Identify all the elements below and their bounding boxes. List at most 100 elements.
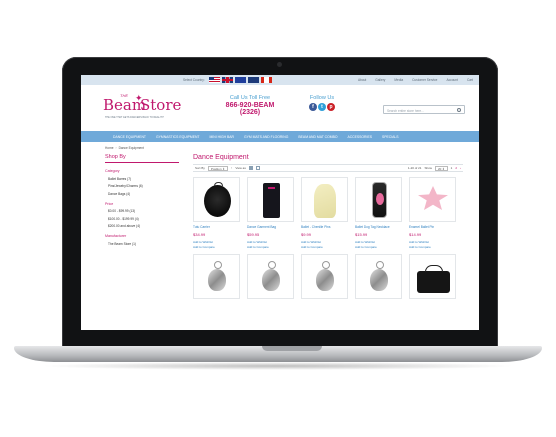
nav-gymnastics-equipment[interactable]: GYMNASTICS EQUIPMENT <box>156 135 200 139</box>
product-image[interactable] <box>247 177 294 222</box>
breadcrumb-separator: › <box>115 146 117 150</box>
add-to-wishlist-link[interactable]: Add to Wishlist <box>247 240 294 244</box>
search-placeholder: Search entire store here... <box>387 108 424 113</box>
page-1[interactable]: 1 <box>451 166 453 170</box>
product-row: Tutu Carrier $34.99 Add to Wishlist Add … <box>193 177 463 249</box>
top-link-gallery[interactable]: Gallery <box>375 78 385 82</box>
price-item[interactable]: $200.00 and above (4) <box>105 224 183 228</box>
chenille-pins-image <box>314 184 336 218</box>
product-listing: Dance Equipment Sort By Position ⇕ ↑ Vie… <box>193 154 463 299</box>
sort-by-select[interactable]: Position ⇕ <box>207 165 228 171</box>
product-card <box>247 254 294 299</box>
add-to-wishlist-link[interactable]: Add to Wishlist <box>193 240 240 244</box>
manufacturer-item[interactable]: The Beam Store (1) <box>105 242 183 246</box>
add-to-compare-link[interactable]: Add to Compare <box>409 245 456 249</box>
product-name[interactable]: Ballet - Chenille Pins <box>301 225 348 229</box>
australia-flag-icon[interactable] <box>247 77 259 83</box>
site-logo[interactable]: THE Beam ✦ Store THE ONE THAT GETS DANCE… <box>103 91 181 125</box>
top-link-about[interactable]: About <box>358 78 366 82</box>
sort-direction-icon[interactable]: ↑ <box>231 166 233 170</box>
grid-view-icon[interactable] <box>248 166 253 170</box>
page-2[interactable]: 2 <box>455 166 457 170</box>
twitter-icon[interactable]: t <box>318 103 326 111</box>
nav-beam-mat-combo[interactable]: BEAM AND MAT COMBO <box>298 135 337 139</box>
nav-mini-high-bar[interactable]: MINI HIGH BAR <box>210 135 235 139</box>
product-image[interactable] <box>301 177 348 222</box>
show-label: Show <box>424 166 432 170</box>
product-image[interactable] <box>355 177 402 222</box>
site-header: THE Beam ✦ Store THE ONE THAT GETS DANCE… <box>81 85 479 131</box>
uk-flag-icon[interactable] <box>221 77 233 83</box>
enamel-pin-image <box>418 186 448 210</box>
nav-accessories[interactable]: ACCESSORIES <box>347 135 372 139</box>
breadcrumb-home[interactable]: Home <box>105 146 114 150</box>
eu-flag-icon[interactable] <box>234 77 246 83</box>
toll-free: Call Us Toll Free 866-920-BEAM (2326) <box>215 95 285 116</box>
select-country-label: Select Country: <box>183 78 205 82</box>
search-input[interactable]: Search entire store here... <box>383 105 465 114</box>
product-card: Ballet - Chenille Pins $9.99 Add to Wish… <box>301 177 348 249</box>
show-select[interactable]: 20 ⇕ <box>434 165 448 171</box>
category-item[interactable]: Dance Bags (4) <box>105 192 183 196</box>
top-links: About Gallery Media Customer Service Acc… <box>358 78 473 82</box>
product-image[interactable] <box>193 177 240 222</box>
toll-free-label: Call Us Toll Free <box>229 95 271 101</box>
product-image[interactable] <box>247 254 294 299</box>
list-view-icon[interactable] <box>255 166 260 170</box>
sort-by-label: Sort By <box>195 166 205 170</box>
nav-dance-equipment[interactable]: DANCE EQUIPMENT <box>113 135 146 139</box>
add-to-wishlist-link[interactable]: Add to Wishlist <box>409 240 456 244</box>
product-name[interactable]: Ballet Dog Tag Necklace <box>355 225 402 229</box>
product-name[interactable]: Tutu Carrier <box>193 225 240 229</box>
product-image[interactable] <box>409 177 456 222</box>
product-image[interactable] <box>193 254 240 299</box>
cart-link[interactable]: Cart <box>467 78 473 82</box>
top-link-customer-service[interactable]: Customer Service <box>412 78 437 82</box>
heart-charm-image <box>207 261 227 293</box>
facebook-icon[interactable]: f <box>309 103 317 111</box>
breadcrumb-current: Dance Equipment <box>118 146 144 150</box>
product-name[interactable]: Enamel Ballet Pin <box>409 225 456 229</box>
main-nav: DANCE EQUIPMENT GYMNASTICS EQUIPMENT MIN… <box>81 131 479 142</box>
toll-free-number[interactable]: 866-920-BEAM (2326) <box>215 102 285 116</box>
product-name[interactable]: Dance Garment Bag <box>247 225 294 229</box>
add-to-compare-link[interactable]: Add to Compare <box>247 245 294 249</box>
add-to-compare-link[interactable]: Add to Compare <box>301 245 348 249</box>
price-item[interactable]: $100.00 - $199.99 (4) <box>105 217 183 221</box>
us-flag-icon[interactable] <box>208 77 220 83</box>
pinterest-icon[interactable]: p <box>327 103 335 111</box>
product-image[interactable] <box>409 254 456 299</box>
add-to-compare-link[interactable]: Add to Compare <box>193 245 240 249</box>
canada-flag-icon[interactable] <box>260 77 272 83</box>
product-card: Dance Garment Bag $59.95 Add to Wishlist… <box>247 177 294 249</box>
product-card: Tutu Carrier $34.99 Add to Wishlist Add … <box>193 177 240 249</box>
follow-us-label: Follow Us <box>309 95 335 101</box>
logo-store: Store <box>140 96 182 114</box>
follow-us: Follow Us f t p <box>309 95 335 111</box>
charm-image <box>315 261 335 293</box>
category-item[interactable]: Pins/Jewelry/Charms (6) <box>105 184 183 188</box>
product-card <box>193 254 240 299</box>
nav-gym-mats[interactable]: GYM MATS AND FLOORING <box>244 135 288 139</box>
product-image[interactable] <box>355 254 402 299</box>
price-item[interactable]: $0.00 - $99.99 (13) <box>105 209 183 213</box>
tutu-carrier-image <box>204 182 231 217</box>
product-price: $34.99 <box>193 232 206 237</box>
category-item[interactable]: Ballet Barres (7) <box>105 177 183 181</box>
sidebar: Shop By Category Ballet Barres (7) Pins/… <box>105 154 183 299</box>
account-link[interactable]: Account <box>446 78 458 82</box>
add-to-compare-link[interactable]: Add to Compare <box>355 245 402 249</box>
product-price: $9.99 <box>301 232 312 237</box>
add-to-wishlist-link[interactable]: Add to Wishlist <box>355 240 402 244</box>
product-image[interactable] <box>301 254 348 299</box>
price-title: Price <box>105 201 114 206</box>
nav-specials[interactable]: SPECIALS <box>382 135 399 139</box>
search-icon[interactable] <box>457 107 461 112</box>
top-link-media[interactable]: Media <box>394 78 403 82</box>
next-page-icon[interactable]: › <box>460 166 461 170</box>
add-to-wishlist-link[interactable]: Add to Wishlist <box>301 240 348 244</box>
dog-tag-image <box>372 182 387 218</box>
camera-icon <box>277 62 282 67</box>
view-as-label: View as <box>235 166 246 170</box>
product-card <box>355 254 402 299</box>
